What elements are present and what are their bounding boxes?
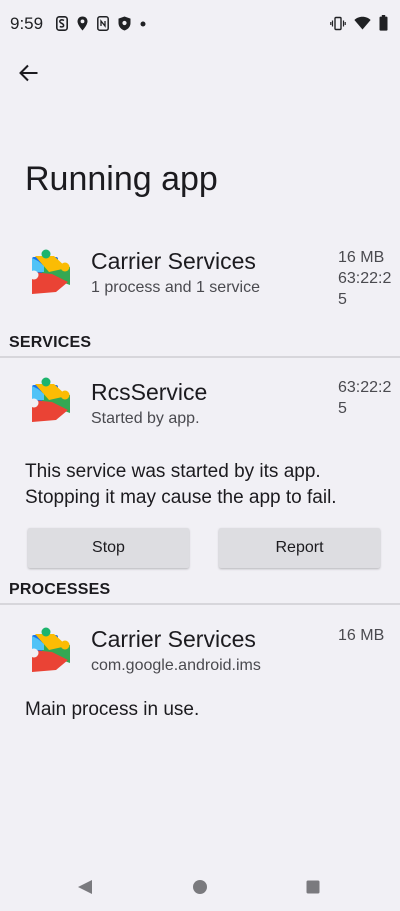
nav-home-button[interactable]	[189, 876, 211, 898]
app-name: Carrier Services	[91, 248, 256, 274]
dot-icon	[140, 21, 146, 26]
stop-button[interactable]: Stop	[28, 528, 189, 568]
process-stats: 16 MB	[338, 625, 384, 646]
back-button[interactable]	[12, 56, 46, 90]
status-system-icons	[330, 15, 388, 31]
wifi-icon	[354, 16, 371, 30]
arrow-back-icon	[19, 64, 38, 82]
status-notification-icons	[56, 16, 146, 31]
service-stats: 63:22:2 5	[338, 377, 391, 419]
process-name: Carrier Services	[91, 626, 256, 652]
status-time: 9:59	[10, 14, 44, 33]
processes-header: PROCESSES	[9, 581, 111, 598]
nav-back-icon	[78, 880, 92, 894]
nav-recents-icon	[306, 880, 320, 894]
service-description-line1: This service was started by its app.	[25, 461, 321, 482]
processes-divider	[0, 603, 400, 605]
app-stats: 16 MB 63:22:2 5	[338, 247, 391, 310]
app-time-line1: 63:22:2	[338, 270, 392, 287]
app-time-line2: 5	[338, 291, 347, 308]
s-notification-icon	[56, 16, 68, 31]
battery-icon	[379, 15, 388, 31]
nav-recents-button[interactable]	[302, 876, 324, 898]
report-button[interactable]: Report	[219, 528, 380, 568]
carrier-services-app-icon	[32, 249, 70, 294]
service-name: RcsService	[91, 379, 208, 405]
process-memory: 16 MB	[338, 627, 385, 644]
shield-icon	[118, 16, 131, 31]
process-app-icon	[32, 627, 70, 672]
navigation-bar	[0, 862, 400, 911]
nfc-icon	[97, 16, 109, 31]
app-summary: 1 process and 1 service	[91, 279, 260, 296]
nav-back-button[interactable]	[74, 876, 96, 898]
service-description: This service was started by its app. Sto…	[25, 459, 337, 511]
services-divider	[0, 356, 400, 358]
service-time-line2: 5	[338, 400, 347, 417]
service-subtitle: Started by app.	[91, 410, 200, 427]
app-memory: 16 MB	[338, 249, 385, 266]
services-header: SERVICES	[9, 334, 92, 351]
page-title: Running app	[25, 160, 218, 198]
service-time-line1: 63:22:2	[338, 379, 392, 396]
location-icon	[77, 16, 88, 31]
status-bar: 9:59	[0, 0, 400, 48]
nav-home-icon	[193, 880, 207, 894]
service-description-line2: Stopping it may cause the app to fail.	[25, 487, 337, 508]
rcs-service-icon	[32, 377, 70, 422]
process-description: Main process in use.	[25, 699, 200, 720]
process-package: com.google.android.ims	[91, 657, 261, 674]
vibrate-icon	[330, 16, 346, 30]
